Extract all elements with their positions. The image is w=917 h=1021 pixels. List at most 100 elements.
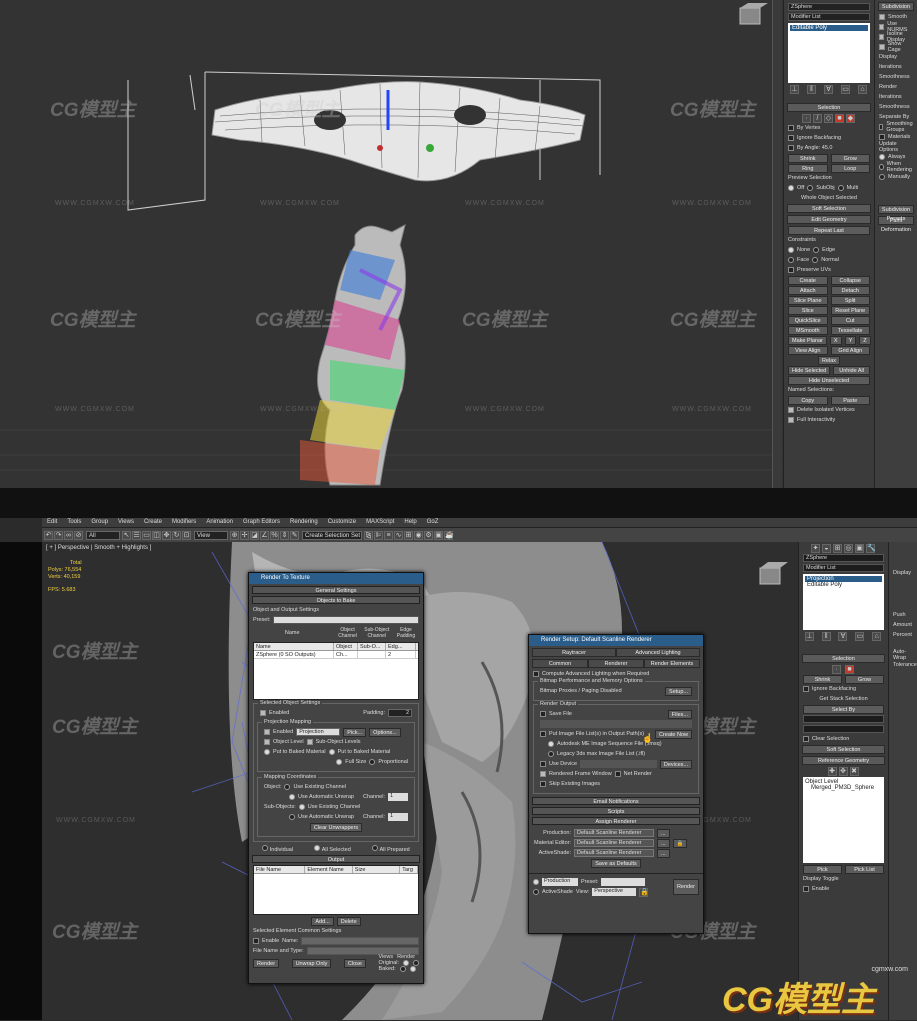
render-icon[interactable]: ☕ [444,530,454,540]
rtt-name-field[interactable] [301,937,419,945]
make-planar-button[interactable]: Make Planar [788,335,827,345]
move-icon[interactable]: ✥ [162,530,171,540]
menu-group[interactable]: Group [86,518,113,527]
rtt-padding-field[interactable]: 2 [388,709,412,717]
collapse-button[interactable]: Collapse [830,275,870,285]
percent-snap-icon[interactable]: % [270,530,279,540]
rollout-selection[interactable]: Selection [802,654,885,663]
render-frame-icon[interactable]: ▣ [434,530,443,540]
rs-mode-production-dropdown[interactable]: Production [542,878,578,886]
quickslice-button[interactable]: QuickSlice [788,315,828,325]
grid-align-button[interactable]: Grid Align [830,345,870,355]
table-row[interactable]: ZSphere (0 SO Outputs) 2 [254,651,418,659]
constraint-none-radio[interactable] [788,247,794,253]
edit-named-sel-icon[interactable]: ✎ [290,530,299,540]
slice-button[interactable]: Slice [788,305,828,315]
view-align-button[interactable]: View Align [788,345,828,355]
rs-production-choose-button[interactable]: ... [657,828,670,838]
window-crossing-icon[interactable]: ◫ [152,530,161,540]
subdivision-presets-rollout[interactable]: Subdivision Presets [878,205,914,222]
select-by-field-2[interactable] [803,725,884,733]
rtt-object-level-checkbox[interactable] [264,739,270,745]
reset-plane-button[interactable]: Reset Plane [830,305,870,315]
make-unique-icon[interactable]: ∀ [824,84,833,94]
remove-modifier-icon[interactable]: ▭ [855,631,865,641]
rs-assign-renderer[interactable]: Assign Renderer [532,817,700,825]
rs-tab-render-elements[interactable]: Render Elements [644,659,700,668]
rs-lock-view-icon[interactable]: 🔒 [639,887,649,897]
pin-stack-icon[interactable]: ⊥ [790,84,799,94]
select-by-name-icon[interactable]: ☰ [132,530,141,540]
rs-mode-production-radio[interactable] [533,879,539,885]
shrink-button[interactable]: Shrink [788,153,828,163]
element-icon[interactable]: ■ [845,664,854,674]
rtt-out-col-element[interactable]: Element Name [305,866,353,873]
rs-use-device-checkbox[interactable] [540,761,546,767]
rtt-render-button[interactable]: Render [253,958,280,968]
rtt-out-col-file[interactable]: File Name [254,866,306,873]
rs-activeshade-choose-button[interactable]: ... [657,848,670,858]
relax-button[interactable]: Relax [817,355,841,365]
rtt-proportional-radio[interactable] [369,759,376,765]
rtt-th-sub[interactable]: Sub-O... [358,643,386,650]
menu-customize[interactable]: Customize [323,518,361,527]
rollout-edit-geometry[interactable]: Edit Geometry [787,215,871,224]
split-button[interactable]: Split [830,295,870,305]
menu-tools[interactable]: Tools [62,518,86,527]
rollout-selection[interactable]: Selection [787,103,871,112]
rtt-put-baked-radio-2[interactable] [328,749,335,755]
clear-selection-checkbox[interactable] [803,736,809,742]
detach-button[interactable]: Detach [830,285,870,295]
select-by-field[interactable] [803,715,884,723]
menu-create[interactable]: Create [139,518,167,527]
ring-button[interactable]: Ring [788,163,828,173]
rs-device-field[interactable] [580,760,657,768]
rtt-general-settings[interactable]: General Settings [252,586,420,594]
rtt-add-button[interactable]: Add... [311,916,334,926]
modifier-list-dropdown[interactable]: Modifier List [803,564,884,572]
pivot-icon[interactable]: ⊕ [230,530,239,540]
menu-edit[interactable]: Edit [42,518,62,527]
undo-icon[interactable]: ↶ [44,530,53,540]
paste-button[interactable]: Paste [830,395,870,405]
rtt-channel-field[interactable]: 1 [388,793,408,801]
rs-net-render-checkbox[interactable] [614,771,621,777]
by-angle-checkbox[interactable] [788,145,794,151]
border-icon[interactable]: ◇ [824,113,833,123]
grow-button[interactable]: Grow [830,153,870,163]
pick-list-button[interactable]: Pick List [845,864,884,874]
preview-subobj-radio[interactable] [807,185,814,191]
copy-button[interactable]: Copy [788,395,828,405]
reference-list-item[interactable]: Merged_PM3D_Sphere [805,785,882,791]
menu-help[interactable]: Help [399,518,421,527]
modifier-stack[interactable]: Projection Editable Poly [803,574,884,630]
x-button[interactable]: X [829,335,842,345]
show-end-result-icon[interactable]: ‖ [807,84,816,94]
repeat-last-button[interactable]: Repeat Last [788,225,870,235]
rs-skip-existing-checkbox[interactable] [540,781,546,787]
preview-off-radio[interactable] [788,185,794,191]
rs-render-button[interactable]: Render [672,879,699,895]
display-tab-icon[interactable]: ▣ [855,543,864,553]
rtt-output-section[interactable]: Output [252,855,420,863]
always-radio[interactable] [879,154,885,160]
add-icon[interactable]: ✚ [827,766,837,776]
scale-icon[interactable]: ⊡ [182,530,191,540]
stack-item[interactable]: Editable Poly [790,25,868,31]
align-icon[interactable]: ⊫ [374,530,383,540]
link-icon[interactable]: ∞ [64,530,73,540]
rs-rendered-frame-window-checkbox[interactable] [540,771,546,777]
modifier-stack[interactable]: Editable Poly [788,23,870,83]
rs-save-defaults-button[interactable]: Save as Defaults [591,858,641,868]
show-cage-checkbox[interactable] [879,44,885,50]
pin-stack-icon[interactable]: ⊥ [804,631,814,641]
menu-animation[interactable]: Animation [201,518,238,527]
pick-button[interactable]: Pick [803,864,842,874]
menu-rendering[interactable]: Rendering [285,518,323,527]
full-interactivity-checkbox[interactable] [788,417,794,423]
menu-views[interactable]: Views [113,518,139,527]
configure-icon[interactable]: ⌂ [872,631,882,641]
stack-item-editable-poly[interactable]: Editable Poly [805,582,882,588]
isoline-checkbox[interactable] [879,34,884,40]
rtt-use-existing-radio-2[interactable] [298,804,305,810]
